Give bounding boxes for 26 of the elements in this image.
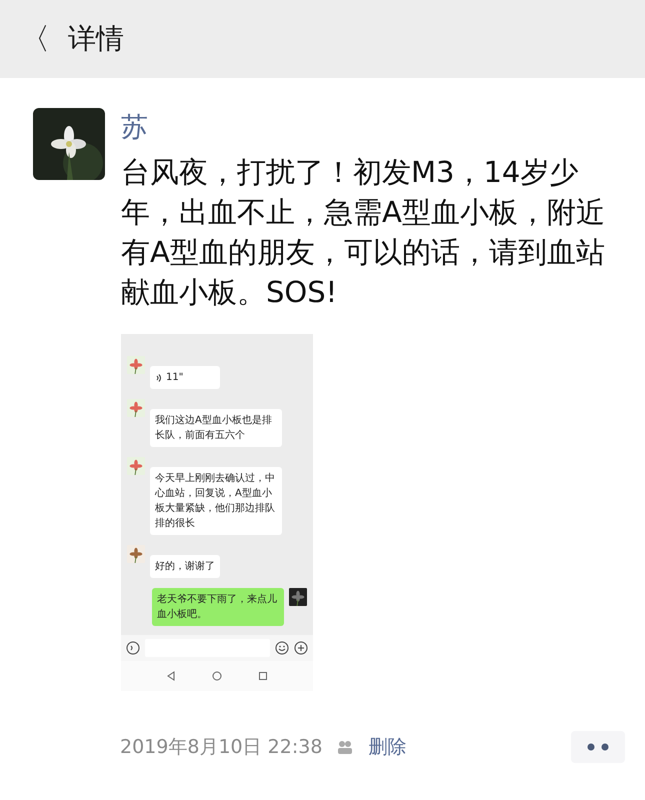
back-button[interactable]: 〈 xyxy=(20,18,50,60)
more-button[interactable] xyxy=(571,731,625,763)
post-time: 2019年8月10日 22:38 xyxy=(120,735,322,760)
avatar-icon xyxy=(127,399,145,417)
page-title: 详情 xyxy=(68,21,124,57)
sound-icon xyxy=(155,372,163,382)
chat-message: 好的，谢谢了 xyxy=(150,555,220,578)
post-text: 台风夜，打扰了！初发M3，14岁少年，出血不止，急需A型血小板，附近有A型血的朋友，可以的话，请到血站献血小板。SOS! xyxy=(121,154,606,311)
voice-icon[interactable] xyxy=(126,641,140,655)
voice-message[interactable]: 11" xyxy=(150,366,220,389)
more-icon xyxy=(587,743,609,751)
chat-screenshot[interactable]: 11" 我们这边A型血小板也是排长队，前面有五六个 今天早上刚刚去确认过，中心血站，回复说，A型血小板大量紧缺，他们那边排队排的很长 好的，谢谢了 老天爷不要下雨了，来点儿血小板吧。 xyxy=(121,334,313,691)
home-circle-icon[interactable] xyxy=(212,671,222,681)
chat-message: 今天早上刚刚去确认过，中心血站，回复说，A型血小板大量紧缺，他们那边排队排的很长 xyxy=(150,467,282,535)
emoji-icon[interactable] xyxy=(275,641,289,655)
chat-message: 我们这边A型血小板也是排长队，前面有五六个 xyxy=(150,409,282,447)
back-triangle-icon[interactable] xyxy=(166,671,176,681)
avatar-icon xyxy=(127,457,145,475)
chat-message: 老天爷不要下雨了，来点儿血小板吧。 xyxy=(152,588,284,626)
avatar-icon xyxy=(127,545,145,563)
add-icon[interactable] xyxy=(294,641,308,655)
avatar-icon xyxy=(127,356,145,374)
recents-square-icon[interactable] xyxy=(258,671,268,681)
delete-link[interactable]: 删除 xyxy=(368,734,406,760)
author-name[interactable]: 苏 xyxy=(121,108,619,148)
avatar-icon xyxy=(289,588,307,606)
